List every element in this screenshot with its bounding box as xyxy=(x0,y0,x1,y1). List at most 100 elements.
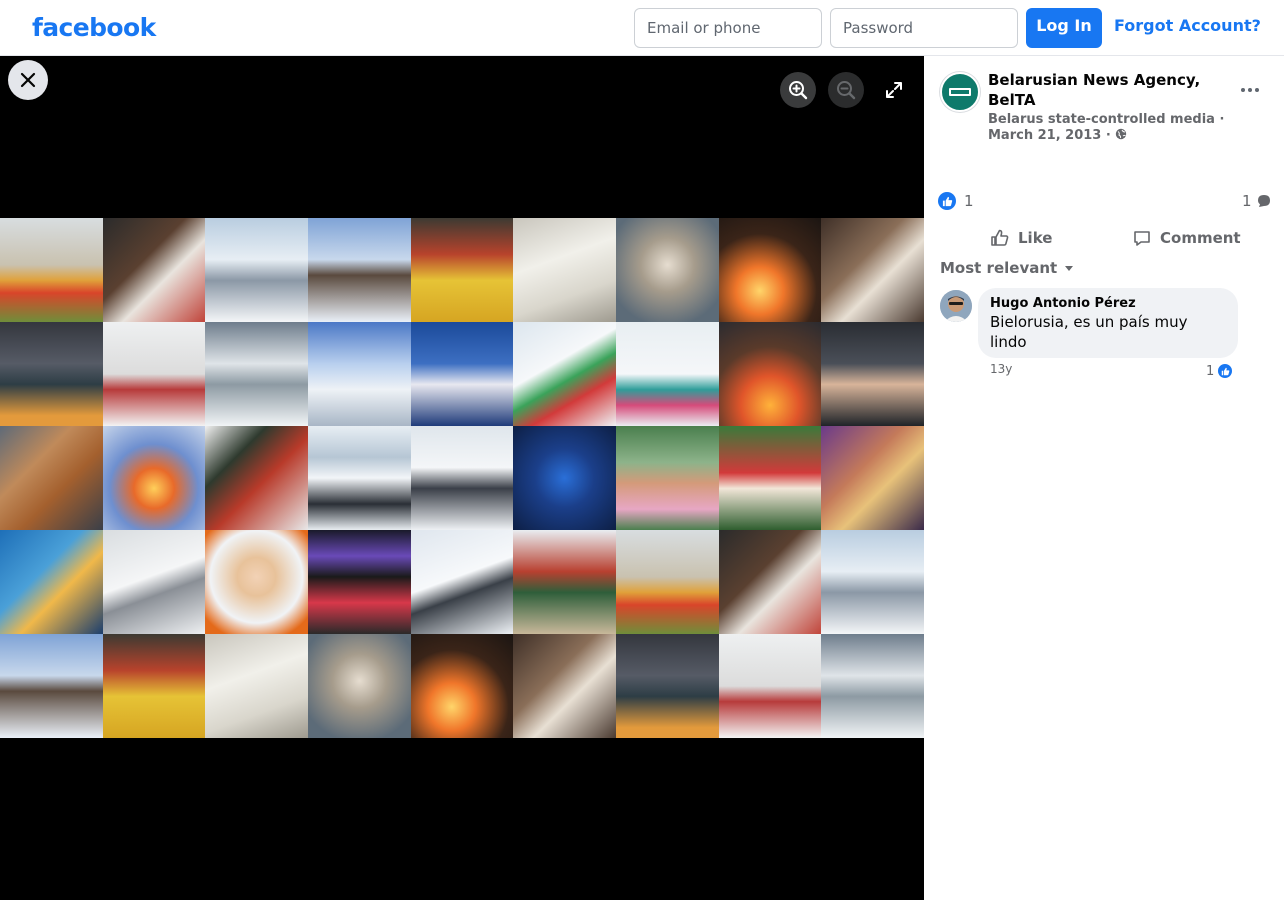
photo-tile xyxy=(410,218,514,322)
more-options-button[interactable] xyxy=(1236,80,1264,100)
comment-text: Bielorusia, es un país muy lindo xyxy=(990,313,1188,351)
photo-tile xyxy=(205,426,308,530)
photo-tile xyxy=(615,322,719,426)
photo-tile xyxy=(102,530,206,634)
photo-tile xyxy=(615,634,719,738)
photo-tile xyxy=(615,530,719,634)
meta-separator: · xyxy=(1105,128,1111,143)
photo-tile xyxy=(0,322,103,426)
photo-tile xyxy=(410,322,514,426)
more-dot-icon xyxy=(1248,88,1252,92)
photo-tile xyxy=(513,530,616,634)
more-dot-icon xyxy=(1241,88,1245,92)
commenter-avatar[interactable] xyxy=(940,290,972,322)
photo-tile xyxy=(718,530,822,634)
photo-tile xyxy=(513,426,616,530)
comment-count[interactable]: 1 xyxy=(1242,192,1272,210)
photo-tile xyxy=(821,530,924,634)
page-name[interactable]: Belarusian News Agency, BelTA xyxy=(988,70,1228,110)
photo-tile xyxy=(718,426,822,530)
photo-tile xyxy=(307,426,411,530)
photo-tile xyxy=(205,218,308,322)
photo-tile xyxy=(410,634,514,738)
photo-tile xyxy=(307,322,411,426)
more-dot-icon xyxy=(1255,88,1259,92)
photo-tile xyxy=(205,322,308,426)
commenter-photo-icon xyxy=(940,290,972,322)
photo-tile xyxy=(821,218,924,322)
photo-mosaic[interactable] xyxy=(0,218,924,738)
photo-viewer xyxy=(0,56,924,900)
zoom-out-icon xyxy=(837,81,856,100)
photo-tile xyxy=(307,530,411,634)
photo-tile xyxy=(615,426,719,530)
thumbs-up-icon xyxy=(991,229,1009,246)
comment-label: Comment xyxy=(1160,229,1241,247)
comment-icon xyxy=(1134,231,1150,246)
post-actions: Like Comment xyxy=(940,220,1268,256)
photo-tile xyxy=(821,322,924,426)
photo-tile xyxy=(307,634,411,738)
like-reaction-icon xyxy=(938,192,956,210)
photo-tile xyxy=(718,322,822,426)
media-label[interactable]: Belarus state-controlled media xyxy=(988,112,1215,127)
photo-tile xyxy=(0,218,103,322)
like-reaction-icon xyxy=(1216,362,1235,380)
comment-reactions[interactable]: 1 xyxy=(1206,362,1235,380)
post-meta: Belarus state-controlled media · March 2… xyxy=(988,112,1248,144)
zoom-out-button[interactable] xyxy=(828,72,864,108)
photo-tile xyxy=(102,218,206,322)
belta-logo-icon xyxy=(945,77,975,107)
comment-like-count: 1 xyxy=(1206,363,1215,379)
photo-tile xyxy=(205,530,308,634)
globe-icon xyxy=(1116,128,1127,140)
facebook-logo[interactable]: facebook xyxy=(32,13,156,42)
caret-down-icon xyxy=(1065,266,1074,271)
photo-tile xyxy=(307,218,411,322)
photo-tile xyxy=(513,634,616,738)
post-details-panel: Belarusian News Agency, BelTA Belarus st… xyxy=(924,56,1284,900)
close-icon xyxy=(20,72,36,88)
page-avatar[interactable] xyxy=(940,72,980,112)
photo-tile xyxy=(410,426,514,530)
comment-timestamp[interactable]: 13y xyxy=(990,362,1012,376)
comment-count-value: 1 xyxy=(1242,192,1252,210)
photo-tile xyxy=(718,218,822,322)
photo-tile xyxy=(513,322,616,426)
zoom-in-icon xyxy=(789,81,808,100)
comment-bubble-icon xyxy=(1257,195,1270,207)
photo-tile xyxy=(821,634,924,738)
photo-tile xyxy=(0,634,103,738)
photo-tile xyxy=(0,426,103,530)
login-button[interactable]: Log In xyxy=(1026,8,1102,48)
like-label: Like xyxy=(1018,229,1053,247)
photo-tile xyxy=(615,218,719,322)
comment-sort-dropdown[interactable]: Most relevant xyxy=(940,259,1075,277)
photo-tile xyxy=(410,530,514,634)
sort-label: Most relevant xyxy=(940,259,1058,277)
photo-tile xyxy=(102,634,206,738)
comment-bubble: Hugo Antonio Pérez Bielorusia, es un paí… xyxy=(978,288,1238,358)
photo-tile xyxy=(513,218,616,322)
top-bar: facebook Log In Forgot Account? xyxy=(0,0,1284,56)
forgot-account-link[interactable]: Forgot Account? xyxy=(1114,16,1261,35)
reaction-summary[interactable]: 1 xyxy=(938,192,974,210)
photo-tile xyxy=(821,426,924,530)
photo-tile xyxy=(718,634,822,738)
meta-separator: · xyxy=(1219,112,1225,127)
photo-tile xyxy=(102,426,206,530)
like-button[interactable]: Like xyxy=(990,220,1052,256)
photo-tile xyxy=(102,322,206,426)
zoom-in-button[interactable] xyxy=(780,72,816,108)
password-field[interactable] xyxy=(830,8,1018,48)
email-field[interactable] xyxy=(634,8,822,48)
fullscreen-icon xyxy=(886,82,902,98)
photo-tile xyxy=(0,530,103,634)
reaction-count: 1 xyxy=(964,192,974,210)
post-date[interactable]: March 21, 2013 xyxy=(988,128,1101,143)
photo-tile xyxy=(205,634,308,738)
fullscreen-button[interactable] xyxy=(876,72,912,108)
close-button[interactable] xyxy=(8,60,48,100)
comment-button[interactable]: Comment xyxy=(1132,220,1241,256)
commenter-name[interactable]: Hugo Antonio Pérez xyxy=(990,296,1226,312)
